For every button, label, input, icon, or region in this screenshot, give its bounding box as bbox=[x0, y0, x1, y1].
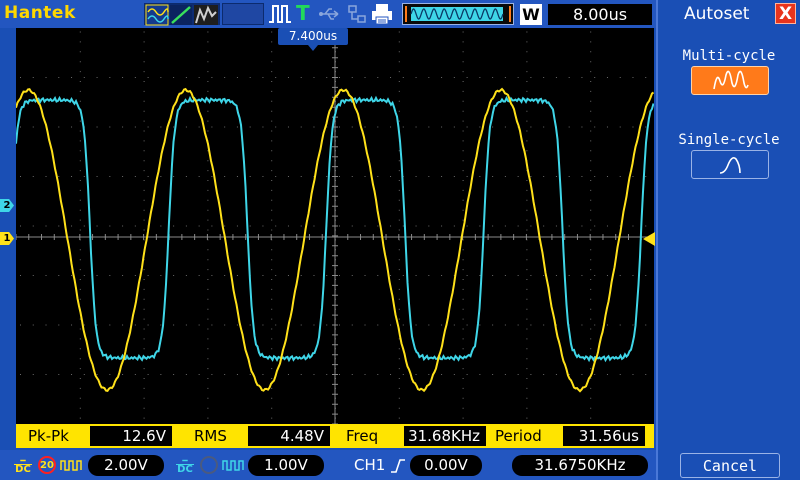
ch1-offset-marker[interactable]: 1 bbox=[0, 232, 14, 245]
ch2-bandwidth-limit-icon[interactable] bbox=[200, 456, 218, 474]
usb-icon bbox=[319, 8, 339, 20]
top-toolbar: Hantek T W 8.00us bbox=[0, 0, 656, 28]
close-button[interactable]: X bbox=[775, 3, 796, 24]
autoset-side-panel: Autoset X Multi-cycle Single-cycle Cance… bbox=[656, 0, 800, 480]
status-placeholder bbox=[222, 3, 264, 25]
trigger-level-marker[interactable] bbox=[643, 232, 655, 246]
single-cycle-wave-icon bbox=[719, 157, 741, 174]
ch2-trace bbox=[16, 95, 654, 363]
trigger-status-icon: T bbox=[296, 1, 310, 25]
trigger-position-readout: 7.400us bbox=[278, 28, 348, 45]
measure-label-rms: RMS bbox=[194, 427, 227, 445]
measure-value-pkpk: 12.6V bbox=[90, 426, 172, 446]
display-mode-selector[interactable] bbox=[144, 3, 220, 26]
ch2-offset-marker[interactable]: 2 bbox=[0, 199, 14, 212]
memory-depth-indicator[interactable] bbox=[402, 3, 514, 25]
ch2-probe-icon bbox=[222, 460, 244, 471]
ch2-volts-div[interactable]: 1.00V bbox=[248, 455, 324, 476]
single-cycle-label: Single-cycle bbox=[678, 132, 780, 148]
run-stop-icon[interactable] bbox=[268, 3, 292, 25]
waveform-traces bbox=[16, 87, 654, 393]
measure-label-freq: Freq bbox=[346, 427, 379, 445]
ch1-coupling-indicator[interactable]: ⎯ DC bbox=[14, 456, 32, 475]
waveform-display[interactable]: 7.400us bbox=[16, 28, 654, 424]
trigger-position-marker bbox=[308, 45, 318, 51]
brand-logo: Hantek bbox=[4, 3, 76, 23]
multi-cycle-wave-icon bbox=[713, 70, 749, 90]
multi-cycle-button[interactable] bbox=[691, 66, 769, 95]
timebase-readout[interactable]: 8.00us bbox=[548, 4, 652, 25]
print-icon[interactable] bbox=[370, 3, 394, 25]
measurement-bar: Pk-Pk 12.6V RMS 4.48V Freq 31.68KHz Peri… bbox=[16, 424, 654, 448]
cancel-button[interactable]: Cancel bbox=[680, 453, 780, 478]
network-icon bbox=[348, 5, 366, 23]
measure-value-rms: 4.48V bbox=[248, 426, 330, 446]
channel-status-bar: ⎯ DC 20 2.00V ⎯ DC 1.00V CH1 0.00V 31.67… bbox=[0, 450, 656, 480]
single-cycle-button[interactable] bbox=[691, 150, 769, 179]
ch1-bandwidth-limit-icon[interactable]: 20 bbox=[38, 456, 56, 474]
ch1-probe-icon bbox=[60, 460, 82, 471]
measure-value-period: 31.56us bbox=[563, 426, 645, 446]
trigger-source[interactable]: CH1 bbox=[354, 455, 385, 476]
ch2-coupling-indicator[interactable]: ⎯ DC bbox=[176, 456, 194, 475]
window-zoom-button[interactable]: W bbox=[520, 4, 542, 25]
multi-cycle-label: Multi-cycle bbox=[682, 48, 776, 64]
trigger-level-readout[interactable]: 0.00V bbox=[410, 455, 482, 476]
frequency-counter: 31.6750KHz bbox=[512, 455, 648, 476]
measure-value-freq: 31.68KHz bbox=[404, 426, 486, 446]
ch1-volts-div[interactable]: 2.00V bbox=[88, 455, 164, 476]
measure-label-period: Period bbox=[495, 427, 542, 445]
measure-label-pkpk: Pk-Pk bbox=[28, 427, 69, 445]
rising-edge-icon[interactable] bbox=[390, 458, 406, 474]
